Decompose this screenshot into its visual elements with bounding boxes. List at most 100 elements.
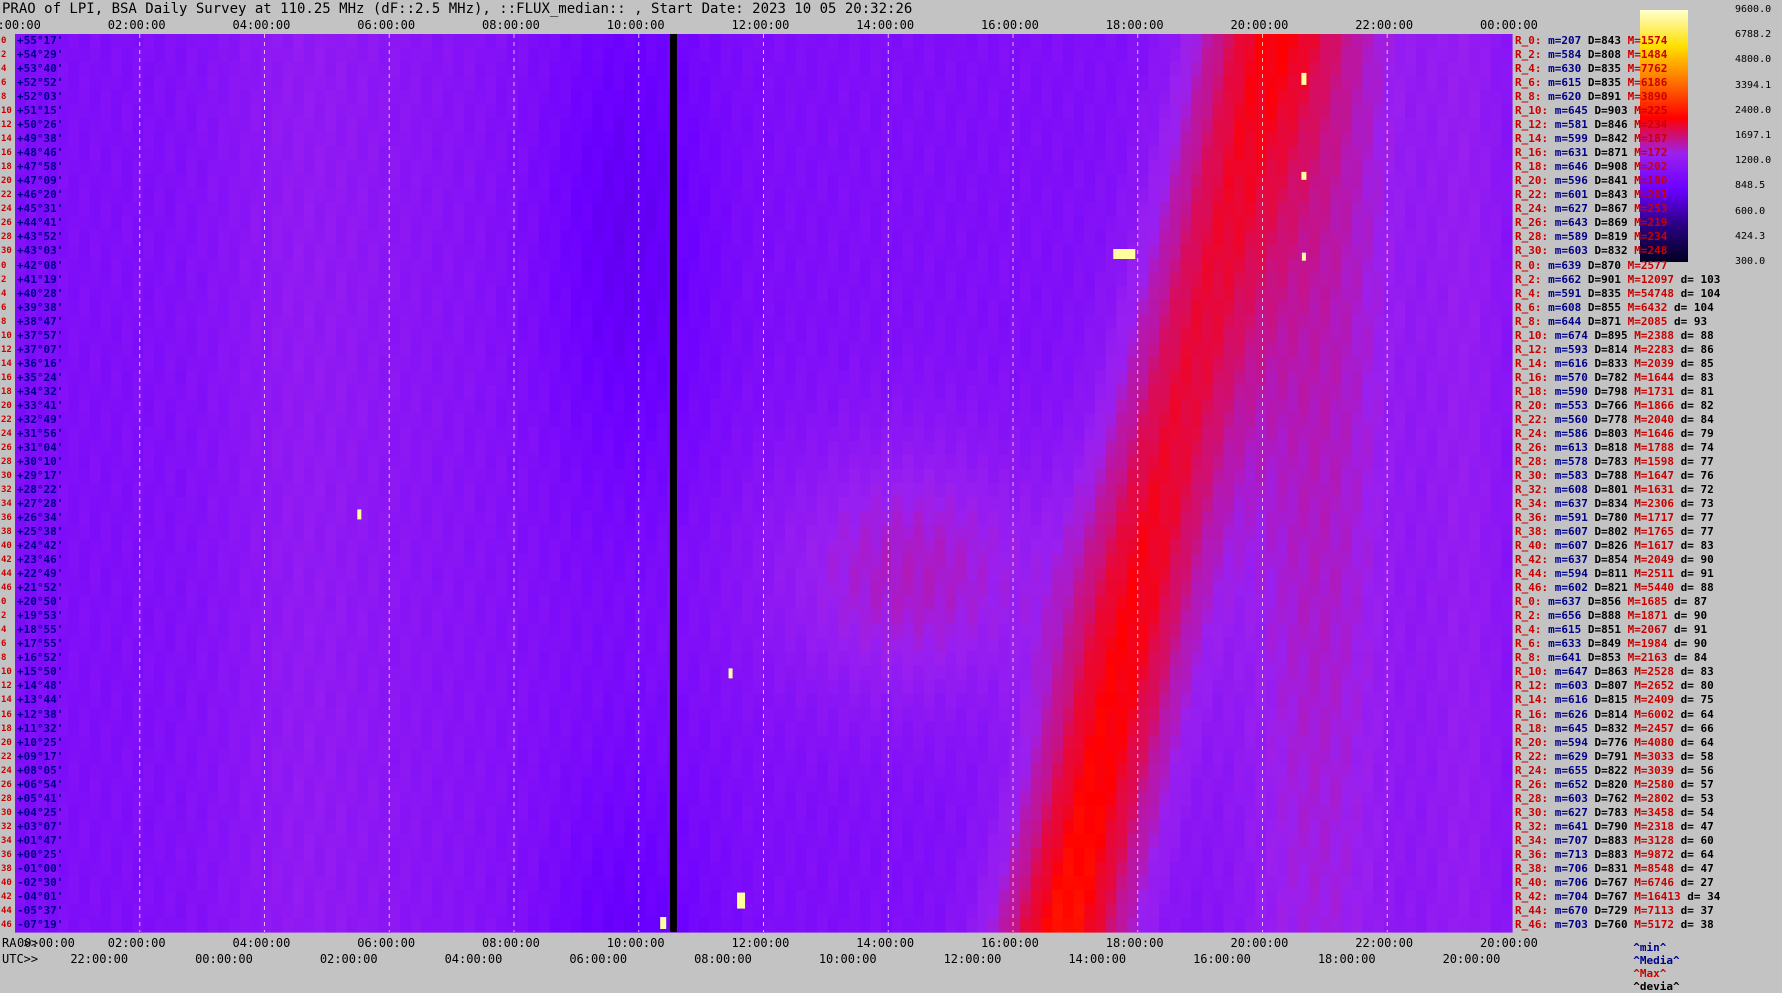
- heatmap-cell: [656, 468, 668, 484]
- heatmap-cell: [293, 272, 305, 288]
- heatmap-cell: [1233, 356, 1246, 372]
- heatmap-cell: [175, 188, 187, 203]
- heatmap-cell: [1351, 90, 1363, 105]
- heatmap-cell: [806, 62, 818, 77]
- heatmap-cell: [186, 146, 198, 161]
- heatmap-cell: [1319, 398, 1331, 414]
- heatmap-cell: [1469, 118, 1481, 133]
- heatmap-cell: [121, 118, 134, 133]
- heatmap-cell: [881, 272, 893, 288]
- heatmap-cell: [239, 356, 251, 372]
- heatmap-cell: [635, 76, 647, 91]
- heatmap-cell: [1426, 497, 1438, 512]
- heatmap-cell: [603, 300, 615, 316]
- heatmap-cell: [1201, 104, 1214, 119]
- heatmap-cell: [357, 468, 369, 484]
- heatmap-cell: [282, 356, 294, 372]
- heatmap-cell: [1127, 454, 1139, 470]
- heatmap-cell: [1383, 160, 1395, 175]
- heatmap-cell: [239, 440, 251, 456]
- heatmap-cell: [453, 511, 465, 526]
- heatmap-cell: [859, 468, 872, 484]
- heatmap-cell: [1137, 272, 1150, 288]
- heatmap-cell: [560, 160, 572, 175]
- heatmap-cell: [1062, 272, 1075, 288]
- heatmap-cell: [1084, 216, 1096, 232]
- heatmap-cell: [1415, 244, 1428, 260]
- heatmap-cell: [560, 118, 572, 133]
- heatmap-cell: [496, 230, 508, 246]
- heatmap-cell: [410, 202, 422, 218]
- heatmap-cell: [613, 258, 626, 274]
- heatmap-cell: [1490, 132, 1502, 147]
- heatmap-cell: [389, 90, 401, 105]
- heatmap-cell: [902, 216, 914, 232]
- heatmap-cell: [1137, 230, 1150, 246]
- heatmap-cell: [421, 244, 433, 260]
- heatmap-cell: [68, 483, 80, 498]
- heatmap-cell: [218, 300, 230, 316]
- heatmap-cell: [1405, 300, 1417, 316]
- heatmap-cell: [1469, 483, 1481, 498]
- heatmap-cell: [838, 244, 850, 260]
- heatmap-cell: [635, 48, 647, 63]
- heatmap-cell: [239, 412, 251, 428]
- heatmap-cell: [79, 300, 91, 316]
- heatmap-cell: [506, 525, 519, 540]
- heatmap-cell: [1266, 202, 1278, 218]
- heatmap-cell: [1458, 314, 1470, 330]
- heatmap-cell: [1094, 412, 1107, 428]
- heatmap-cell: [378, 160, 390, 175]
- heatmap-cell: [111, 76, 123, 91]
- heatmap-cell: [143, 48, 155, 63]
- heatmap-cell: [464, 483, 476, 498]
- heatmap-cell: [1330, 216, 1342, 232]
- heatmap-cell: [271, 62, 283, 77]
- heatmap-cell: [196, 258, 209, 274]
- heatmap-cell: [410, 104, 422, 119]
- heatmap-cell: [1501, 370, 1513, 386]
- heatmap-cell: [1094, 497, 1107, 512]
- heatmap-cell: [806, 34, 818, 49]
- heatmap-cell: [68, 244, 80, 260]
- heatmap-cell: [367, 525, 380, 540]
- heatmap-cell: [485, 497, 497, 512]
- heatmap-cell: [923, 328, 936, 344]
- heatmap-cell: [838, 511, 850, 526]
- heatmap-cell: [1201, 384, 1214, 400]
- heatmap-cell: [442, 104, 454, 119]
- heatmap-cell: [977, 160, 989, 175]
- heatmap-cell: [752, 497, 765, 512]
- heatmap-cell: [806, 244, 818, 260]
- heatmap-cell: [1405, 188, 1417, 203]
- heatmap-cell: [228, 216, 241, 232]
- heatmap-cell: [453, 118, 465, 133]
- heatmap-cell: [1405, 511, 1417, 526]
- heatmap-cell: [902, 525, 914, 540]
- heatmap-cell: [442, 48, 454, 63]
- heatmap-cell: [923, 132, 936, 147]
- heatmap-cell: [752, 244, 765, 260]
- heatmap-cell: [228, 497, 241, 512]
- heatmap-cell: [1362, 244, 1374, 260]
- heatmap-cell: [902, 104, 914, 119]
- heatmap-cell: [902, 48, 914, 63]
- heatmap-cell: [838, 34, 850, 49]
- heatmap-cell: [1340, 34, 1353, 49]
- heatmap-cell: [1094, 440, 1107, 456]
- heatmap-cell: [121, 104, 134, 119]
- heatmap-cell: [442, 314, 454, 330]
- heatmap-cell: [517, 132, 529, 147]
- heatmap-cell: [1255, 34, 1267, 49]
- heatmap-cell: [538, 440, 551, 456]
- heatmap-cell: [1062, 497, 1075, 512]
- heatmap-cell: [645, 483, 658, 498]
- heatmap-cell: [806, 174, 818, 189]
- heatmap-cell: [218, 412, 230, 428]
- heatmap-cell: [410, 384, 422, 400]
- heatmap-cell: [260, 174, 273, 189]
- heatmap-cell: [592, 272, 604, 288]
- heatmap-cell: [624, 342, 636, 358]
- heatmap-cell: [1062, 483, 1075, 498]
- heatmap-cell: [752, 356, 765, 372]
